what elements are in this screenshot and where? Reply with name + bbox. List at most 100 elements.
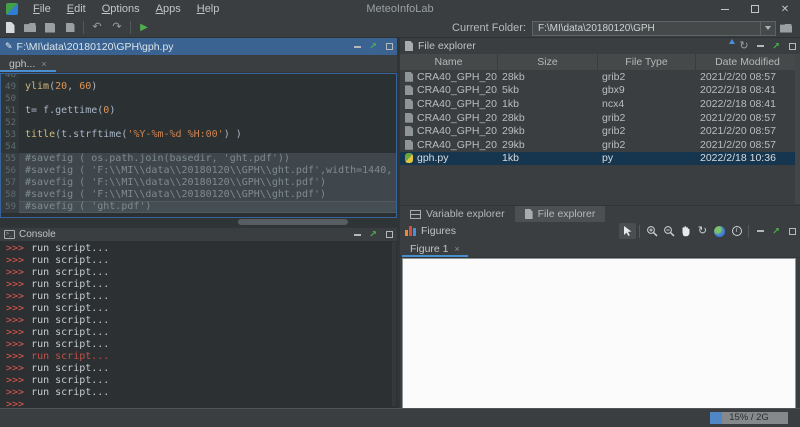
- open-file-button[interactable]: [20, 19, 40, 37]
- menu-options[interactable]: Options: [94, 0, 148, 18]
- tab-label: gph...: [9, 58, 35, 70]
- rotate-tool-button[interactable]: ↻: [694, 223, 711, 239]
- tab-variable-explorer[interactable]: Variable explorer: [400, 206, 515, 222]
- save-button[interactable]: [40, 19, 60, 37]
- code-line-59[interactable]: 59#savefig ( 'ght.pdf'): [1, 201, 396, 213]
- file-table-scrollbar[interactable]: [795, 54, 800, 204]
- figures-header[interactable]: Figures ↻ i ↗: [400, 222, 800, 240]
- column-header-file-type[interactable]: File Type: [598, 54, 696, 70]
- explorer-bottom-tabs: Variable explorerFile explorer: [400, 205, 800, 222]
- figures-maximize-button[interactable]: [784, 228, 800, 235]
- table-row[interactable]: CRA40_GPH_2018012...5kbgbx92022/2/18 08:…: [400, 84, 800, 98]
- menu-file[interactable]: File: [25, 0, 59, 18]
- figures-tabbar: Figure 1 ×: [400, 240, 800, 258]
- explorer-minimize-button[interactable]: [752, 45, 768, 47]
- save-all-button[interactable]: [60, 19, 80, 37]
- redo-button[interactable]: ↷: [107, 19, 127, 37]
- code-line-55[interactable]: 55#savefig ( os.path.join(basedir, 'ght.…: [1, 153, 396, 165]
- console-line: >>>run script...: [6, 267, 397, 279]
- cursor-icon: [623, 225, 633, 237]
- menu-help[interactable]: Help: [189, 0, 228, 18]
- console-scrollbar[interactable]: [392, 242, 396, 406]
- console-panel: >_ Console ↗ >>>run script... >>>run scri…: [0, 228, 397, 408]
- code-line-56[interactable]: 56#savefig ( 'F:\\MI\\data\\20180120\\GP…: [1, 165, 396, 177]
- minimize-window-button[interactable]: [710, 0, 740, 18]
- code-editor[interactable]: 4849ylim(20, 60)5051t= f.gettime(0)5253t…: [0, 73, 397, 218]
- editor-hscrollbar[interactable]: [0, 218, 397, 226]
- editor-file-path: F:\MI\data\20180120\GPH\gph.py: [17, 41, 174, 53]
- zoom-out-icon: [663, 225, 675, 237]
- figures-minimize-button[interactable]: [752, 230, 768, 232]
- python-file-icon: [405, 153, 413, 163]
- current-folder-combobox[interactable]: F:\MI\data\20180120\GPH: [532, 21, 776, 36]
- tab-close-icon[interactable]: ×: [455, 244, 460, 254]
- undo-button[interactable]: ↶: [87, 19, 107, 37]
- minimize-icon: [354, 234, 361, 236]
- file-icon: [405, 140, 413, 150]
- code-line-50[interactable]: 50: [1, 93, 396, 105]
- console-minimize-button[interactable]: [349, 234, 365, 236]
- console-float-button[interactable]: ↗: [365, 229, 381, 240]
- table-row[interactable]: CRA40_GPH_2018012...28kbgrib22021/2/20 0…: [400, 70, 800, 84]
- editor-minimize-button[interactable]: [349, 46, 365, 48]
- tab-close-icon[interactable]: ×: [41, 59, 46, 69]
- file-explorer-header[interactable]: File explorer ↻ ↗: [400, 38, 800, 54]
- figures-title: Figures: [421, 225, 456, 237]
- column-header-name[interactable]: Name: [400, 54, 498, 70]
- tab-file-explorer[interactable]: File explorer: [515, 206, 606, 222]
- new-file-button[interactable]: [0, 19, 20, 37]
- combobox-dropdown-button[interactable]: [760, 22, 775, 35]
- table-row[interactable]: CRA40_GPH_2018012...28kbgrib22021/2/20 0…: [400, 111, 800, 125]
- explorer-maximize-button[interactable]: [784, 43, 800, 50]
- browse-folder-icon: [780, 24, 792, 33]
- menu-edit[interactable]: Edit: [59, 0, 94, 18]
- memory-indicator[interactable]: 15% / 2G: [710, 412, 788, 424]
- table-row[interactable]: CRA40_GPH_2018012...29kbgrib22021/2/20 0…: [400, 124, 800, 138]
- identify-button[interactable]: i: [728, 223, 745, 239]
- pan-tool-button[interactable]: [677, 223, 694, 239]
- globe-tool-button[interactable]: [711, 223, 728, 239]
- editor-hscrollbar-thumb[interactable]: [238, 219, 348, 225]
- file-icon: [405, 99, 413, 109]
- table-row[interactable]: CRA40_GPH_2018012...1kbncx42022/2/18 08:…: [400, 97, 800, 111]
- figures-float-button[interactable]: ↗: [768, 226, 784, 237]
- zoom-in-button[interactable]: [643, 223, 660, 239]
- column-header-date-modified[interactable]: Date Modified: [696, 54, 800, 70]
- browse-folder-button[interactable]: [776, 24, 796, 33]
- select-tool-button[interactable]: [619, 223, 636, 239]
- menu-apps[interactable]: Apps: [148, 0, 189, 18]
- table-row[interactable]: gph.py1kbpy2022/2/18 10:36: [400, 152, 800, 166]
- figure-canvas[interactable]: [402, 258, 796, 408]
- code-line-58[interactable]: 58#savefig ( 'F:\\MI\\data\\20180120\\GP…: [1, 189, 396, 201]
- file-explorer-controls: ↻ ↗: [720, 41, 800, 52]
- code-line-48[interactable]: 48: [1, 73, 396, 81]
- variable-grid-icon: [410, 210, 421, 219]
- app-logo-icon: [6, 3, 18, 15]
- close-window-button[interactable]: ✕: [770, 0, 800, 18]
- maximize-window-button[interactable]: [740, 0, 770, 18]
- editor-maximize-button[interactable]: [381, 43, 397, 50]
- undo-icon: ↶: [92, 22, 101, 33]
- code-line-57[interactable]: 57#savefig ( 'F:\\MI\\data\\20180120\\GP…: [1, 177, 396, 189]
- console-output[interactable]: >>>run script...>>>run script...>>>run s…: [0, 242, 397, 408]
- console-line: >>>run script...: [6, 315, 397, 327]
- code-line-51[interactable]: 51t= f.gettime(0): [1, 105, 396, 117]
- console-prompt[interactable]: >>>: [6, 399, 397, 408]
- maximize-icon: [751, 5, 759, 13]
- code-line-54[interactable]: 54: [1, 141, 396, 153]
- parent-folder-button[interactable]: [720, 41, 736, 52]
- table-row[interactable]: CRA40_GPH_2018012...29kbgrib22021/2/20 0…: [400, 138, 800, 152]
- console-panel-header[interactable]: >_ Console ↗: [0, 228, 397, 241]
- zoom-out-button[interactable]: [660, 223, 677, 239]
- code-line-49[interactable]: 49ylim(20, 60): [1, 81, 396, 93]
- explorer-float-button[interactable]: ↗: [768, 41, 784, 52]
- editor-panel-header[interactable]: ✎ F:\MI\data\20180120\GPH\gph.py ↗: [0, 38, 397, 55]
- minimize-icon: [721, 9, 729, 10]
- code-line-52[interactable]: 52: [1, 117, 396, 129]
- code-line-53[interactable]: 53title(t.strftime('%Y-%m-%d %H:00') ): [1, 129, 396, 141]
- run-script-button[interactable]: ▶: [134, 19, 154, 37]
- refresh-button[interactable]: ↻: [736, 41, 752, 52]
- column-header-size[interactable]: Size: [498, 54, 598, 70]
- editor-float-button[interactable]: ↗: [365, 41, 381, 52]
- console-maximize-button[interactable]: [381, 231, 397, 238]
